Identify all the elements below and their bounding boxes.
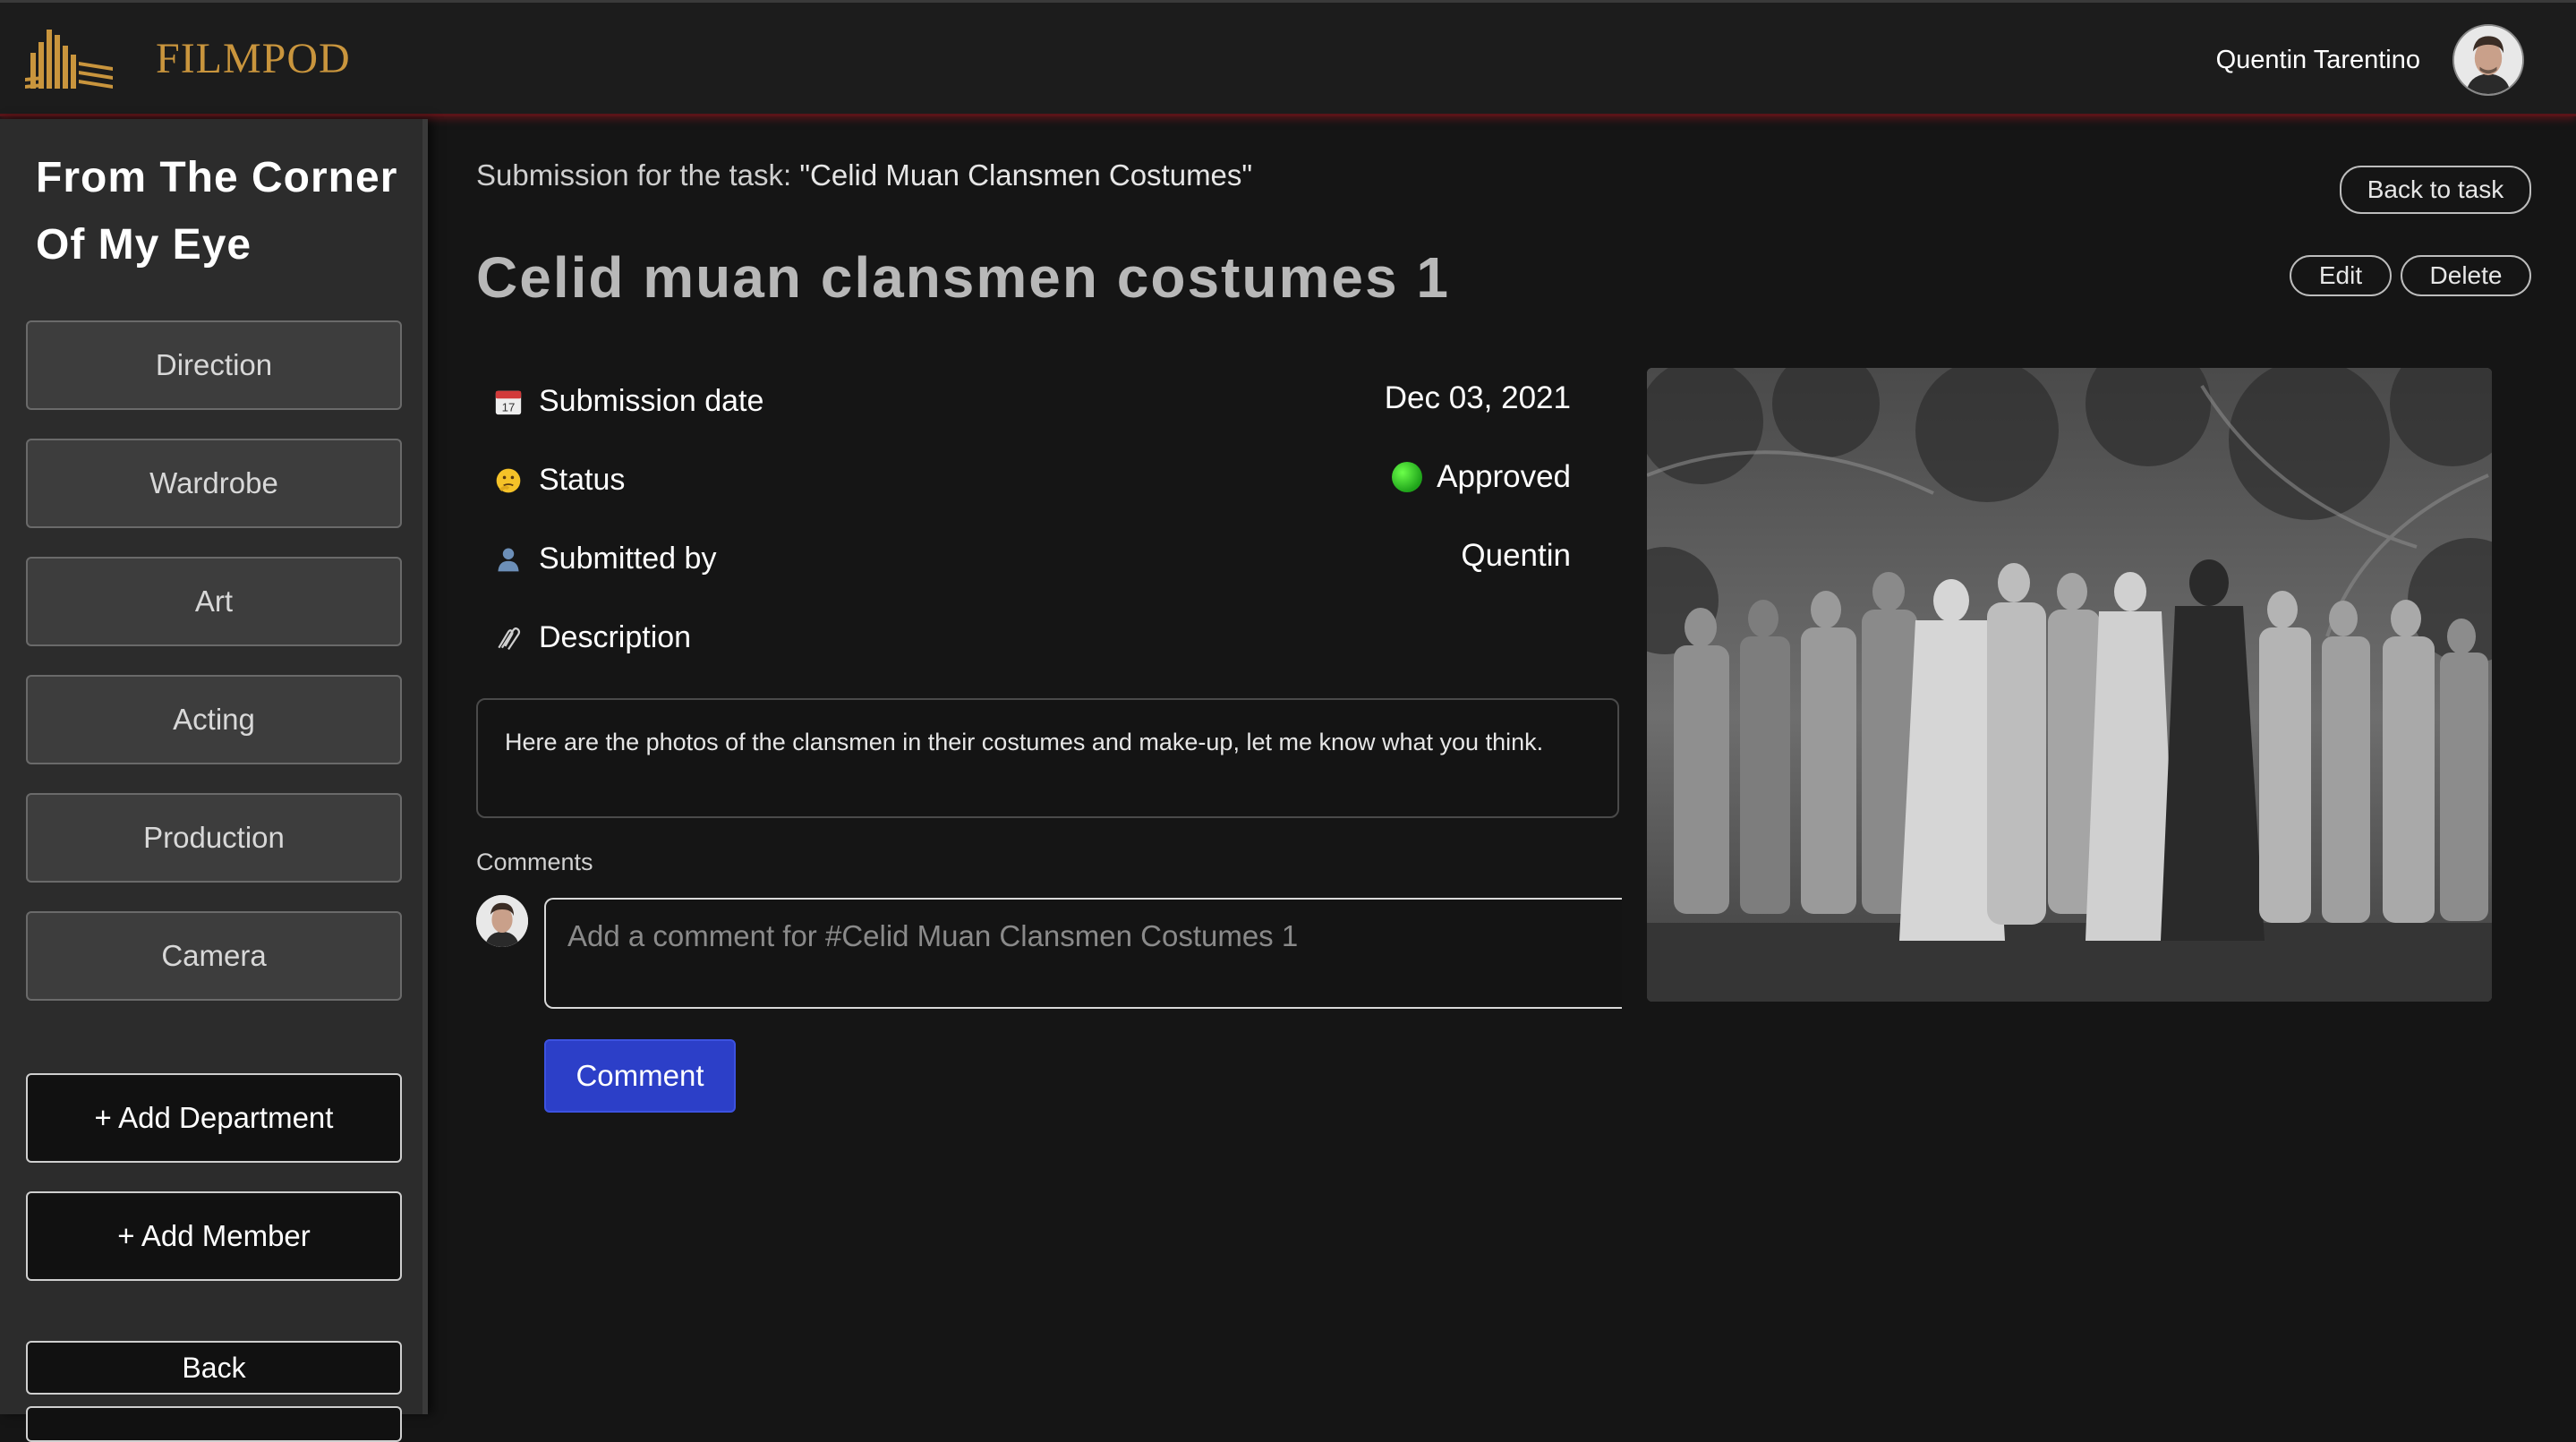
task-prefix: Submission for the task: (476, 158, 800, 192)
back-button[interactable]: Back (26, 1341, 402, 1395)
submission-date-label: 17 Submission date (492, 384, 763, 419)
description-box: Here are the photos of the clansmen in t… (476, 698, 1619, 818)
status-text: Approved (1437, 459, 1571, 494)
sidebar-item-art[interactable]: Art (26, 557, 402, 646)
task-breadcrumb: Submission for the task: "Celid Muan Cla… (476, 158, 1252, 192)
brand[interactable]: FILMPOD (25, 26, 351, 90)
submission-date-value: Dec 03, 2021 (1384, 380, 1571, 415)
sidebar: From The Corner Of My Eye Direction Ward… (0, 119, 428, 1442)
back-to-task-button[interactable]: Back to task (2340, 166, 2531, 214)
description-label: Description (492, 620, 691, 655)
svg-text:17: 17 (502, 400, 516, 414)
status-green-dot-icon (1392, 462, 1423, 492)
status-label: Status (492, 463, 625, 498)
delete-button[interactable]: Delete (2401, 255, 2531, 296)
add-member-button[interactable]: + Add Member (26, 1191, 402, 1281)
add-department-button[interactable]: + Add Department (26, 1073, 402, 1163)
paperclip-icon (492, 622, 525, 654)
user-avatar-icon (2454, 26, 2522, 94)
submission-title: Celid muan clansmen costumes 1 (476, 245, 1450, 310)
avatar[interactable] (2452, 24, 2524, 96)
submission-panel: Submission for the task: "Celid Muan Cla… (433, 119, 2576, 1414)
submitted-by-label: Submitted by (492, 542, 716, 576)
sidebar-item-direction[interactable]: Direction (26, 320, 402, 410)
status-value: Approved (1392, 459, 1571, 495)
project-title: From The Corner Of My Eye (36, 154, 398, 269)
task-link[interactable]: "Celid Muan Clansmen Costumes" (799, 158, 1252, 192)
sidebar-hidden-button[interactable] (26, 1406, 402, 1442)
user-menu[interactable]: Quentin Tarentino (2216, 24, 2524, 96)
sidebar-item-wardrobe[interactable]: Wardrobe (26, 439, 402, 528)
costume-group-photo (1647, 368, 2492, 1002)
comment-button[interactable]: Comment (544, 1039, 736, 1113)
avatar (476, 895, 528, 947)
person-icon (492, 543, 525, 576)
brand-name: FILMPOD (156, 34, 351, 82)
submission-photo[interactable] (1647, 368, 2492, 1002)
comments-label: Comments (476, 849, 593, 875)
top-navbar: FILMPOD Quentin Tarentino (0, 0, 2576, 116)
submitted-by-value: Quentin (1461, 538, 1571, 573)
city-skyline-logo-icon (25, 30, 113, 89)
calendar-icon: 17 (492, 386, 525, 418)
user-name: Quentin Tarentino (2215, 45, 2420, 74)
thinking-face-icon (492, 465, 525, 497)
user-avatar-icon (476, 895, 528, 947)
sidebar-item-acting[interactable]: Acting (26, 675, 402, 764)
comment-input[interactable] (544, 898, 1622, 1009)
sidebar-item-production[interactable]: Production (26, 793, 402, 883)
edit-button[interactable]: Edit (2290, 255, 2392, 296)
sidebar-item-camera[interactable]: Camera (26, 911, 402, 1001)
